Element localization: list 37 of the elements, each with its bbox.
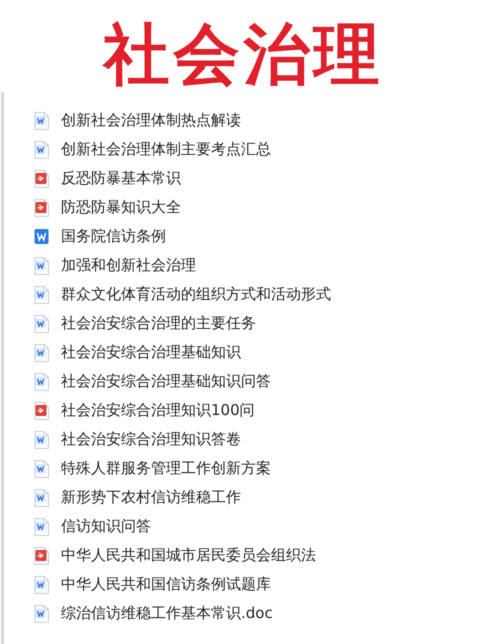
file-name[interactable]: 社会治安综合治理知识100问: [61, 399, 255, 422]
file-name[interactable]: 社会治安综合治理基础知识问答: [61, 370, 271, 393]
file-name[interactable]: 防恐防暴知识大全: [61, 196, 181, 219]
file-name[interactable]: 信访知识问答: [61, 515, 151, 538]
file-name[interactable]: 社会治安综合治理的主要任务: [61, 312, 256, 335]
file-name[interactable]: 创新社会治理体制主要考点汇总: [61, 138, 271, 161]
file-name[interactable]: 创新社会治理体制热点解读: [61, 109, 241, 132]
document-icon: [34, 604, 50, 622]
file-name[interactable]: 群众文化体育活动的组织方式和活动形式: [61, 283, 331, 306]
file-name[interactable]: 国务院信访条例: [61, 225, 166, 248]
file-name[interactable]: 中华人民共和国信访条例试题库: [61, 573, 271, 596]
file-name[interactable]: 社会治安综合治理知识答卷: [61, 428, 241, 451]
document-icon: [34, 256, 50, 274]
document-icon: [34, 372, 50, 390]
document-icon: [34, 140, 50, 158]
file-name[interactable]: 新形势下农村信访维稳工作: [61, 486, 241, 509]
document-icon: [34, 228, 50, 246]
document-icon: [34, 460, 50, 478]
file-name[interactable]: 社会治安综合治理基础知识: [61, 341, 241, 364]
file-name[interactable]: 综治信访维稳工作基本常识.doc: [61, 602, 273, 625]
file-name[interactable]: 特殊人群服务管理工作创新方案: [61, 457, 271, 480]
file-name[interactable]: 中华人民共和国城市居民委员会组织法: [61, 544, 316, 567]
document-icon: [34, 518, 50, 536]
document-icon: [34, 112, 50, 130]
document-icon: [34, 344, 50, 362]
document-icon: [34, 576, 50, 594]
file-name[interactable]: 反恐防暴基本常识: [61, 167, 181, 190]
pdf-icon: [34, 170, 50, 188]
pdf-icon: [34, 198, 50, 216]
page-title: 社会治理: [104, 18, 384, 92]
pdf-icon: [34, 546, 50, 564]
pdf-icon: [34, 402, 50, 420]
document-icon: [34, 314, 50, 332]
file-name[interactable]: 加强和创新社会治理: [61, 254, 196, 277]
document-icon: [34, 488, 50, 506]
document-icon: [34, 430, 50, 448]
document-icon: [34, 286, 50, 304]
